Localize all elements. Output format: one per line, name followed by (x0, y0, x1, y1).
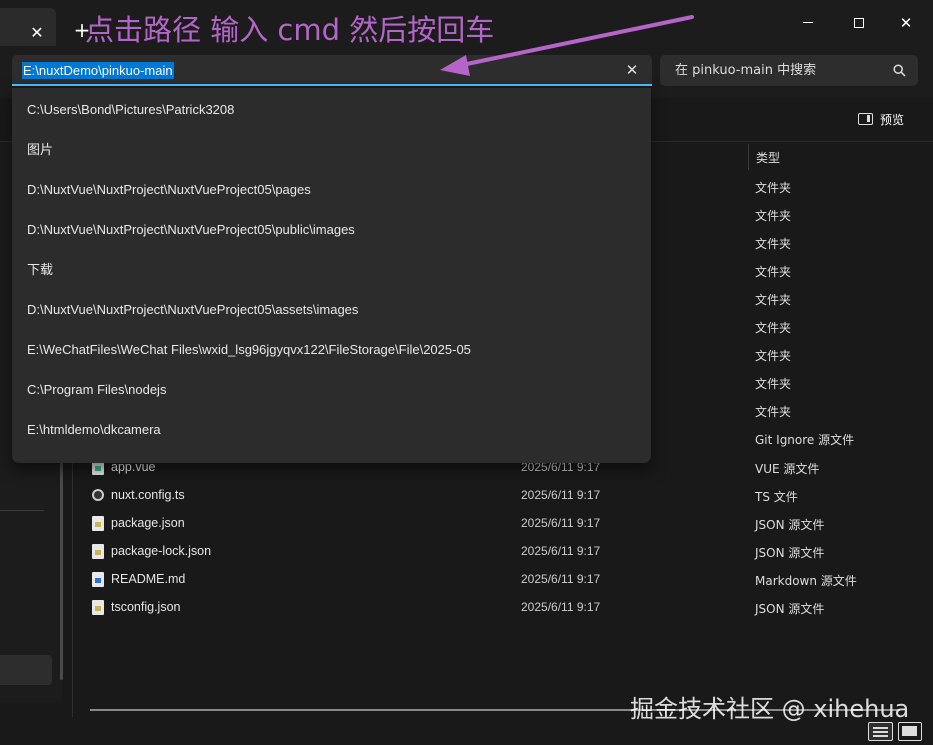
tiles-view-icon (902, 726, 917, 736)
details-view-icon-line (873, 735, 888, 737)
details-view-button[interactable] (868, 722, 893, 741)
annotation-arrow (440, 15, 694, 76)
tiles-view-button[interactable] (898, 722, 922, 741)
watermark: 掘金技术社区 @ xihehua (630, 695, 910, 723)
details-view-icon-line (873, 731, 888, 733)
details-view-icon (873, 727, 888, 729)
